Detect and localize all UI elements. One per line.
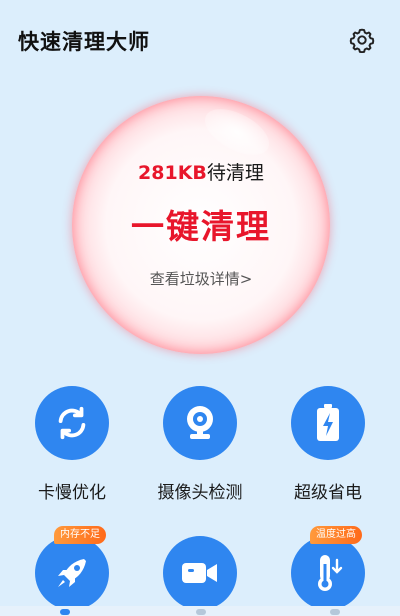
feature-label: 超级省电 (294, 483, 362, 503)
feature-video[interactable] (140, 536, 260, 610)
feature-icon-circle (35, 536, 109, 610)
feature-memory-boost[interactable]: 内存不足 (12, 526, 132, 610)
junk-size-value: 281KB (138, 162, 207, 184)
feature-cool-down[interactable]: 温度过高 (268, 526, 388, 610)
app-title: 快速清理大师 (18, 30, 150, 54)
feature-power-save[interactable]: 超级省电 (268, 386, 388, 503)
memory-low-badge: 内存不足 (54, 526, 106, 544)
nav-indicator (330, 609, 340, 615)
feature-icon-circle (291, 386, 365, 460)
temperature-high-badge: 温度过高 (310, 526, 362, 544)
feature-label: 摄像头检测 (157, 483, 243, 503)
feature-lag-optimize[interactable]: 卡慢优化 (12, 386, 132, 503)
feature-icon-circle (163, 386, 237, 460)
video-camera-icon (182, 563, 217, 583)
nav-indicator (196, 609, 206, 615)
junk-size-suffix: 待清理 (206, 162, 264, 184)
thermometer-icon (318, 555, 343, 591)
view-junk-details-link[interactable]: 查看垃圾详情> (72, 268, 330, 289)
feature-icon-circle (163, 536, 237, 610)
junk-size-text: 281KB待清理 (72, 158, 330, 185)
clean-bubble[interactable]: 281KB待清理 一键清理 查看垃圾详情> (72, 96, 330, 354)
feature-icon-circle (291, 536, 365, 610)
one-click-clean-button[interactable]: 一键清理 (72, 200, 330, 248)
feature-camera-detect[interactable]: 摄像头检测 (140, 386, 260, 503)
nav-indicator (60, 609, 70, 615)
feature-icon-circle (35, 386, 109, 460)
header: 快速清理大师 (0, 0, 400, 80)
feature-label: 卡慢优化 (38, 483, 106, 503)
webcam-icon (187, 406, 213, 439)
refresh-icon (58, 406, 86, 440)
rocket-icon (58, 559, 86, 587)
gear-icon (349, 28, 375, 53)
settings-button[interactable] (346, 24, 378, 56)
battery-bolt-icon (317, 404, 339, 441)
